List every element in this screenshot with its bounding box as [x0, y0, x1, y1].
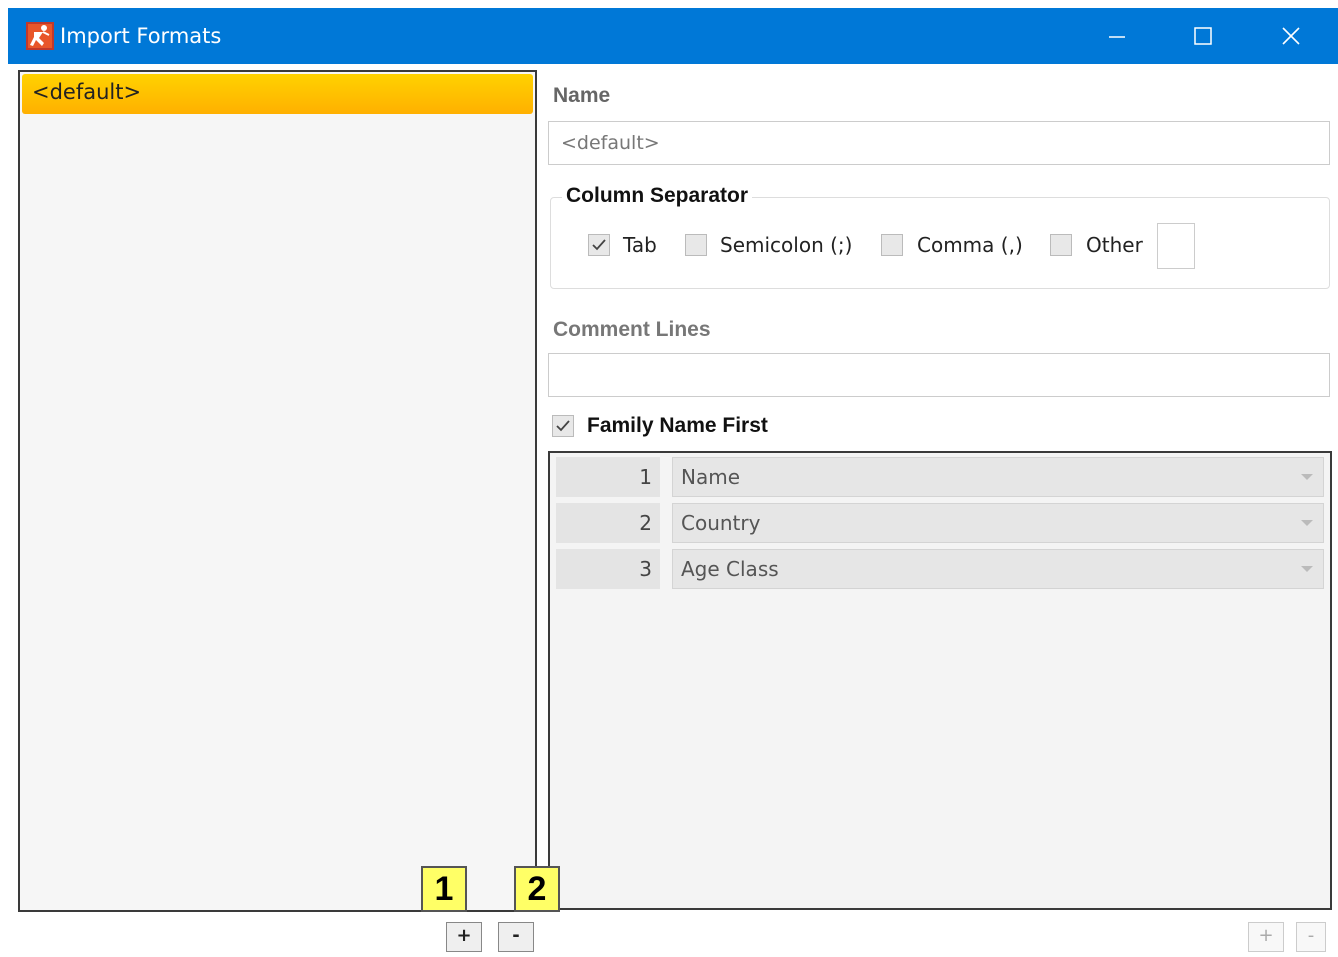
name-label: Name: [553, 84, 611, 107]
table-row: 2 Country: [556, 503, 1324, 543]
dropdown-value: Country: [681, 511, 761, 535]
comment-lines-label: Comment Lines: [553, 318, 711, 341]
name-field[interactable]: <default>: [548, 121, 1330, 165]
tab-checkbox[interactable]: [588, 234, 610, 256]
list-item[interactable]: <default>: [22, 74, 533, 114]
remove-column-button[interactable]: -: [1296, 922, 1326, 952]
other-checkbox[interactable]: [1050, 234, 1072, 256]
chevron-down-icon: [1301, 474, 1313, 480]
comma-label: Comma (,): [917, 233, 1023, 257]
add-format-button[interactable]: +: [446, 922, 482, 952]
callout-1-badge: 1: [421, 866, 467, 912]
table-row: 3 Age Class: [556, 549, 1324, 589]
family-name-first-label: Family Name First: [587, 414, 768, 437]
column-field-dropdown[interactable]: Age Class: [672, 549, 1324, 589]
row-number: 3: [556, 549, 660, 589]
title-bar: Import Formats: [8, 8, 1338, 64]
table-row: 1 Name: [556, 457, 1324, 497]
column-separator-label: Column Separator: [562, 184, 753, 208]
minimize-button[interactable]: [1074, 8, 1160, 64]
dropdown-value: Name: [681, 465, 741, 489]
chevron-down-icon: [1301, 520, 1313, 526]
comment-lines-field[interactable]: [548, 353, 1330, 397]
checkmark-icon: [556, 420, 570, 432]
family-name-first-checkbox[interactable]: [552, 415, 574, 437]
close-button[interactable]: [1248, 8, 1334, 64]
column-mapping-grid: 1 Name 2 Country 3 Age Class: [548, 451, 1332, 910]
chevron-down-icon: [1301, 566, 1313, 572]
runner-icon: [26, 22, 54, 50]
callout-2-badge: 2: [514, 866, 560, 912]
dropdown-value: Age Class: [681, 557, 779, 581]
tab-label: Tab: [623, 233, 657, 257]
remove-format-button[interactable]: -: [498, 922, 534, 952]
column-field-dropdown[interactable]: Country: [672, 503, 1324, 543]
window-title: Import Formats: [60, 24, 222, 48]
other-separator-input[interactable]: [1157, 223, 1195, 269]
other-label: Other: [1086, 233, 1143, 257]
semicolon-checkbox[interactable]: [685, 234, 707, 256]
comma-checkbox[interactable]: [881, 234, 903, 256]
dialog-body: <default> Name <default> Column Separato…: [8, 64, 1338, 957]
row-number: 2: [556, 503, 660, 543]
import-formats-list[interactable]: <default>: [18, 70, 537, 912]
semicolon-label: Semicolon (;): [720, 233, 853, 257]
add-column-button[interactable]: +: [1248, 922, 1284, 952]
column-field-dropdown[interactable]: Name: [672, 457, 1324, 497]
row-number: 1: [556, 457, 660, 497]
checkmark-icon: [592, 239, 606, 251]
maximize-button[interactable]: [1160, 8, 1246, 64]
